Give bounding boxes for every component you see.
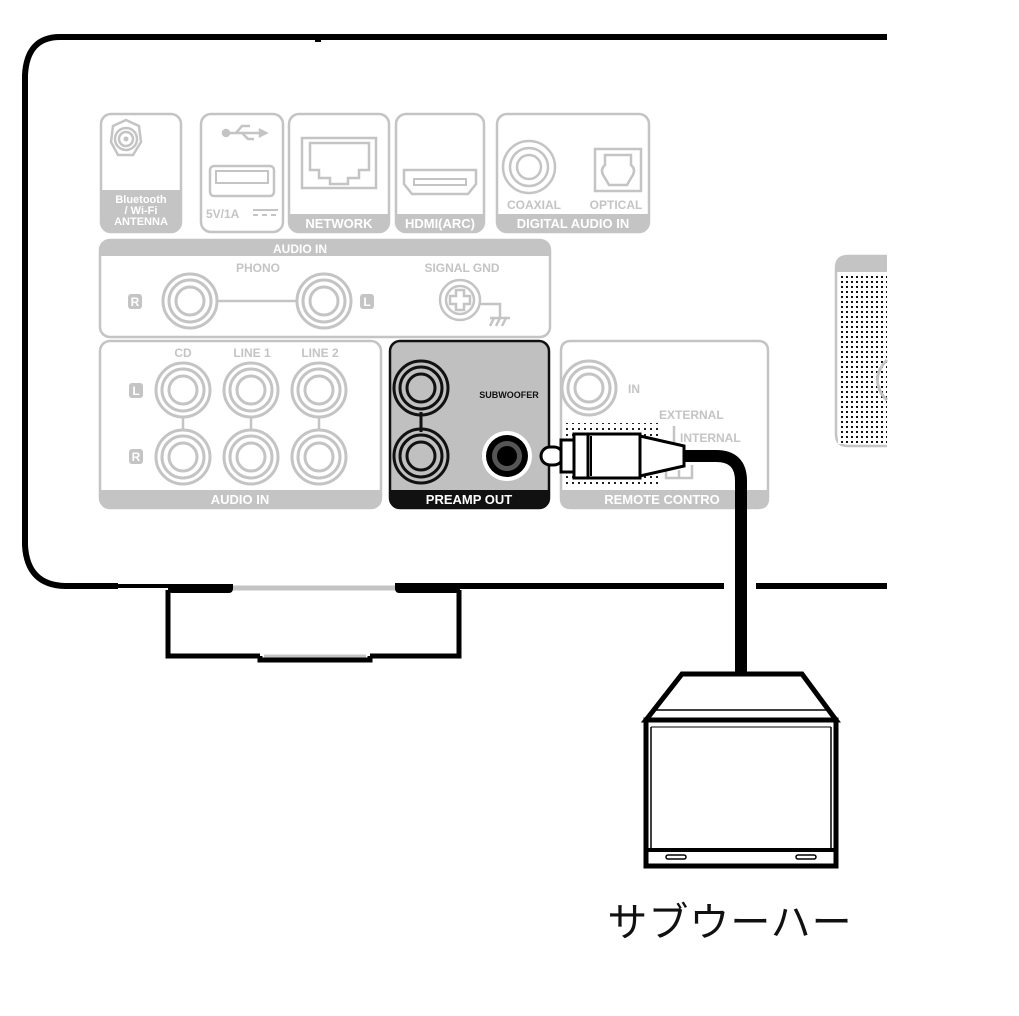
subwoofer-device[interactable] (640, 671, 841, 869)
input-label-cd: CD (174, 346, 192, 360)
audio-in-footer: AUDIO IN (211, 492, 270, 507)
optical-jack (593, 147, 643, 193)
phono-l-badge: L (363, 295, 370, 309)
remote-internal-label: INTERNAL (680, 431, 741, 445)
network-port: NETWORK (287, 112, 391, 234)
digital-audio-in: COAXIAL OPTICAL DIGITAL AUDIO IN (495, 112, 651, 234)
usb-icon (221, 124, 269, 141)
phono-l-jack (295, 272, 353, 330)
hdmi-label: HDMI(ARC) (405, 216, 475, 231)
connection-diagram: Bluetooth / Wi-Fi ANTENNA 5V/1A NETWORK (22, 34, 889, 869)
preamp-out-label: PREAMP OUT (426, 492, 512, 507)
input-label-line2: LINE 2 (301, 346, 339, 360)
usb-rating-label: 5V/1A (206, 207, 240, 221)
audio-in-r-badge: R (132, 450, 141, 464)
antenna-label-line3: ANTENNA (114, 216, 168, 228)
coaxial-label: COAXIAL (507, 198, 561, 212)
subwoofer-jack-label: SUBWOOFER (479, 390, 539, 400)
line1-r-jack (222, 428, 280, 486)
optical-label: OPTICAL (590, 198, 643, 212)
rca-plug[interactable] (539, 432, 686, 480)
remote-in-label: IN (628, 382, 640, 396)
cd-r-jack (154, 428, 212, 486)
network-label: NETWORK (305, 216, 373, 231)
phono-r-jack (161, 272, 219, 330)
usb-port: 5V/1A (199, 112, 285, 234)
coaxial-jack (501, 139, 557, 195)
hdmi-port: HDMI(ARC) (394, 112, 486, 234)
subwoofer-label: サブウーハー (607, 900, 853, 946)
remote-in-jack (560, 359, 618, 417)
digital-audio-in-label: DIGITAL AUDIO IN (517, 216, 629, 231)
signal-gnd-label: SIGNAL GND (424, 261, 499, 275)
phono-header: AUDIO IN (273, 242, 327, 256)
signal-gnd-terminal (438, 278, 510, 327)
line1-l-jack (222, 361, 280, 419)
phono-panel: AUDIO IN PHONO SIGNAL GND R L (98, 238, 552, 339)
input-label-line1: LINE 1 (233, 346, 271, 360)
line2-r-jack (290, 428, 348, 486)
audio-in-l-badge: L (132, 384, 139, 398)
rca-cable (539, 432, 747, 680)
antenna-terminal: Bluetooth / Wi-Fi ANTENNA (99, 112, 183, 234)
remote-external-label: EXTERNAL (659, 408, 724, 422)
side-vent-grille (834, 254, 889, 448)
audio-in-panel: AUDIO IN CD LINE 1 LINE 2 L R (98, 339, 383, 510)
remote-control-label: REMOTE CONTRO (604, 492, 720, 507)
line2-l-jack (290, 361, 348, 419)
receiver-foot (165, 584, 462, 663)
cd-l-jack (154, 361, 212, 419)
preamp-out-panel: PREAMP OUT SUBWOOFER (388, 339, 551, 510)
subwoofer-jack[interactable] (482, 431, 532, 481)
phono-label: PHONO (236, 261, 280, 275)
phono-r-badge: R (131, 295, 140, 309)
